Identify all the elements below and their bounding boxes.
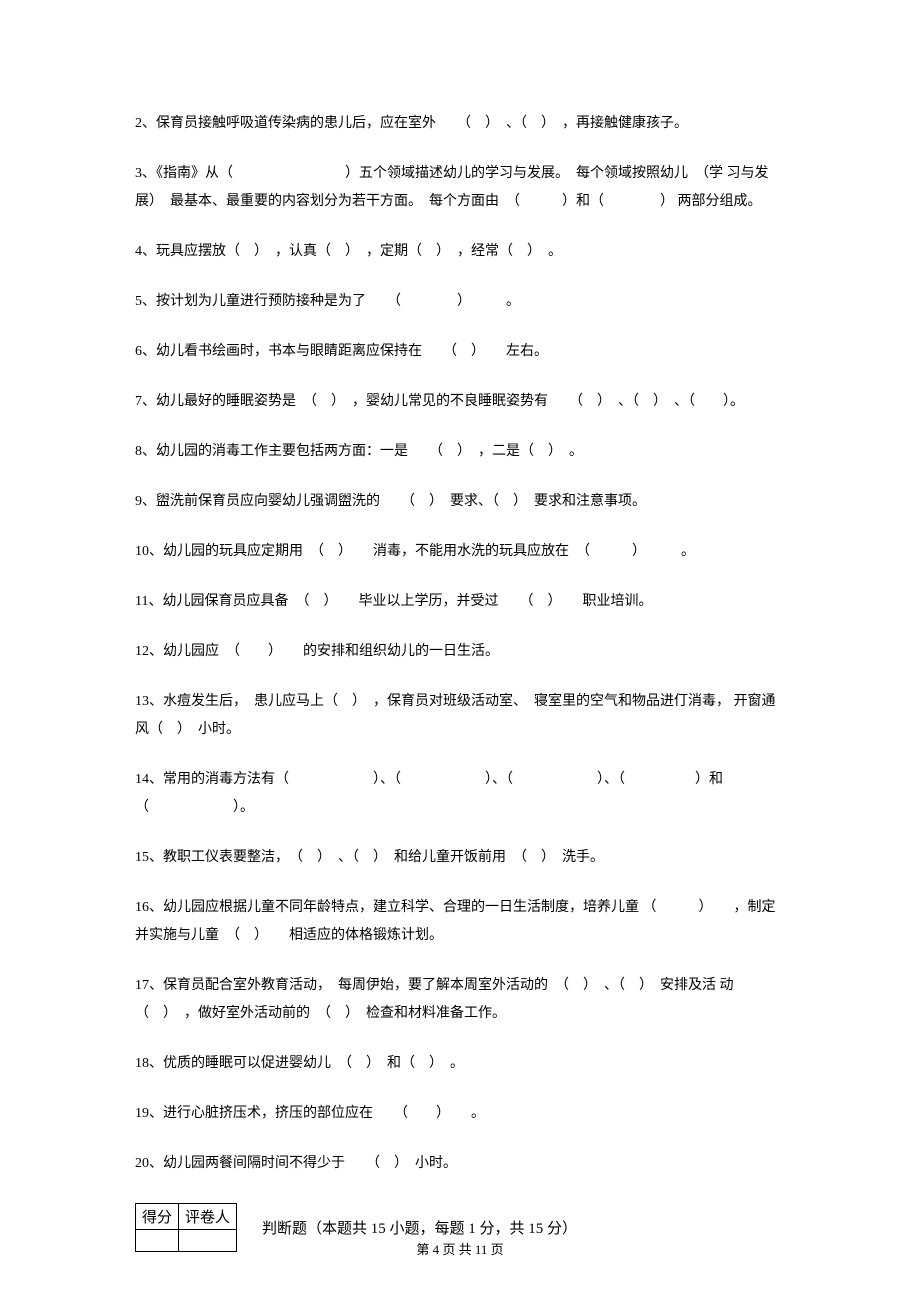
question-6: 6、幼儿看书绘画时，书本与眼睛距离应保持在 （ ） 左右。 [135, 338, 785, 366]
question-text-line1: 16、幼儿园应根据儿童不同年龄特点，建立科学、合理的一日生活制度，培养儿童 [135, 900, 639, 915]
table-row: 得分 评卷人 [136, 1204, 237, 1230]
question-text: 6、幼儿看书绘画时，书本与眼睛距离应保持在 （ ） 左右。 [135, 344, 548, 359]
question-18: 18、优质的睡眠可以促进婴幼儿 （ ） 和（ ） 。 [135, 1050, 785, 1078]
question-text: 12、幼儿园应 （ ） 的安排和组织幼儿的一日生活。 [135, 644, 499, 659]
question-12: 12、幼儿园应 （ ） 的安排和组织幼儿的一日生活。 [135, 638, 785, 666]
question-text-line1: 3、《指南》从（ ）五个领域描述幼儿的学习与发展。 每个领域按照幼儿 （学 [135, 166, 723, 181]
question-text: 18、优质的睡眠可以促进婴幼儿 （ ） 和（ ） 。 [135, 1056, 464, 1071]
question-16: 16、幼儿园应根据儿童不同年龄特点，建立科学、合理的一日生活制度，培养儿童 （ … [135, 894, 785, 950]
question-text: 5、按计划为儿童进行预防接种是为了 （ ） 。 [135, 294, 520, 309]
question-8: 8、幼儿园的消毒工作主要包括两方面：一是 （ ） ，二是（ ） 。 [135, 438, 785, 466]
question-text-line1: 14、常用的消毒方法有（ ）、（ ）、（ ）、（ ）和 [135, 772, 723, 787]
question-11: 11、幼儿园保育员应具备 （ ） 毕业以上学历，并受过 （ ） 职业培训。 [135, 588, 785, 616]
section-title: 判断题（本题共 15 小题，每题 1 分，共 15 分） [262, 1217, 577, 1238]
question-text: 2、保育员接触呼吸道传染病的患儿后，应在室外 （ ） 、（ ） ，再接触健康孩子… [135, 116, 688, 131]
question-text: 4、玩具应摆放（ ） ，认真（ ） ，定期（ ） ，经常（ ） 。 [135, 244, 562, 259]
page-footer: 第 4 页 共 11 页 [0, 1239, 920, 1258]
question-15: 15、教职工仪表要整洁， （ ） 、（ ） 和给儿童开饭前用 （ ） 洗手。 [135, 844, 785, 872]
question-text: 7、幼儿最好的睡眠姿势是 （ ） ，婴幼儿常见的不良睡眠姿势有 （ ） 、（ ）… [135, 394, 744, 409]
question-text: 19、进行心脏挤压术，挤压的部位应在 （ ） 。 [135, 1106, 485, 1121]
grader-header-cell: 评卷人 [179, 1204, 237, 1230]
score-header-cell: 得分 [136, 1204, 179, 1230]
question-9: 9、盥洗前保育员应向婴幼儿强调盥洗的 （ ） 要求、（ ） 要求和注意事项。 [135, 488, 785, 516]
question-text: 8、幼儿园的消毒工作主要包括两方面：一是 （ ） ，二是（ ） 。 [135, 444, 583, 459]
question-5: 5、按计划为儿童进行预防接种是为了 （ ） 。 [135, 288, 785, 316]
question-text-line1: 13、水痘发生后， 患儿应马上（ ） ，保育员对班级活动室、 寝室里的空气和物品… [135, 694, 730, 709]
question-19: 19、进行心脏挤压术，挤压的部位应在 （ ） 。 [135, 1100, 785, 1128]
question-4: 4、玩具应摆放（ ） ，认真（ ） ，定期（ ） ，经常（ ） 。 [135, 238, 785, 266]
question-text-line1: 17、保育员配合室外教育活动， 每周伊始，要了解本周室外活动的 （ ） 、（ ）… [135, 978, 716, 993]
question-13: 13、水痘发生后， 患儿应马上（ ） ，保育员对班级活动室、 寝室里的空气和物品… [135, 688, 785, 744]
question-3: 3、《指南》从（ ）五个领域描述幼儿的学习与发展。 每个领域按照幼儿 （学 习与… [135, 160, 785, 216]
question-text: 9、盥洗前保育员应向婴幼儿强调盥洗的 （ ） 要求、（ ） 要求和注意事项。 [135, 494, 646, 509]
question-10: 10、幼儿园的玩具应定期用 （ ） 消毒，不能用水洗的玩具应放在 （ ） 。 [135, 538, 785, 566]
question-2: 2、保育员接触呼吸道传染病的患儿后，应在室外 （ ） 、（ ） ，再接触健康孩子… [135, 110, 785, 138]
question-20: 20、幼儿园两餐间隔时间不得少于 （ ） 小时。 [135, 1150, 785, 1178]
question-text: 11、幼儿园保育员应具备 （ ） 毕业以上学历，并受过 （ ） 职业培训。 [135, 594, 652, 609]
question-text: 10、幼儿园的玩具应定期用 （ ） 消毒，不能用水洗的玩具应放在 （ ） 。 [135, 544, 695, 559]
question-text-line3: 两部分组成。 [678, 194, 762, 209]
question-17: 17、保育员配合室外教育活动， 每周伊始，要了解本周室外活动的 （ ） 、（ ）… [135, 972, 785, 1028]
question-text-line2: （ ）。 [135, 800, 254, 815]
question-7: 7、幼儿最好的睡眠姿势是 （ ） ，婴幼儿常见的不良睡眠姿势有 （ ） 、（ ）… [135, 388, 785, 416]
question-text: 20、幼儿园两餐间隔时间不得少于 （ ） 小时。 [135, 1156, 457, 1171]
question-text: 15、教职工仪表要整洁， （ ） 、（ ） 和给儿童开饭前用 （ ） 洗手。 [135, 850, 604, 865]
question-14: 14、常用的消毒方法有（ ）、（ ）、（ ）、（ ）和 （ ）。 [135, 766, 785, 822]
